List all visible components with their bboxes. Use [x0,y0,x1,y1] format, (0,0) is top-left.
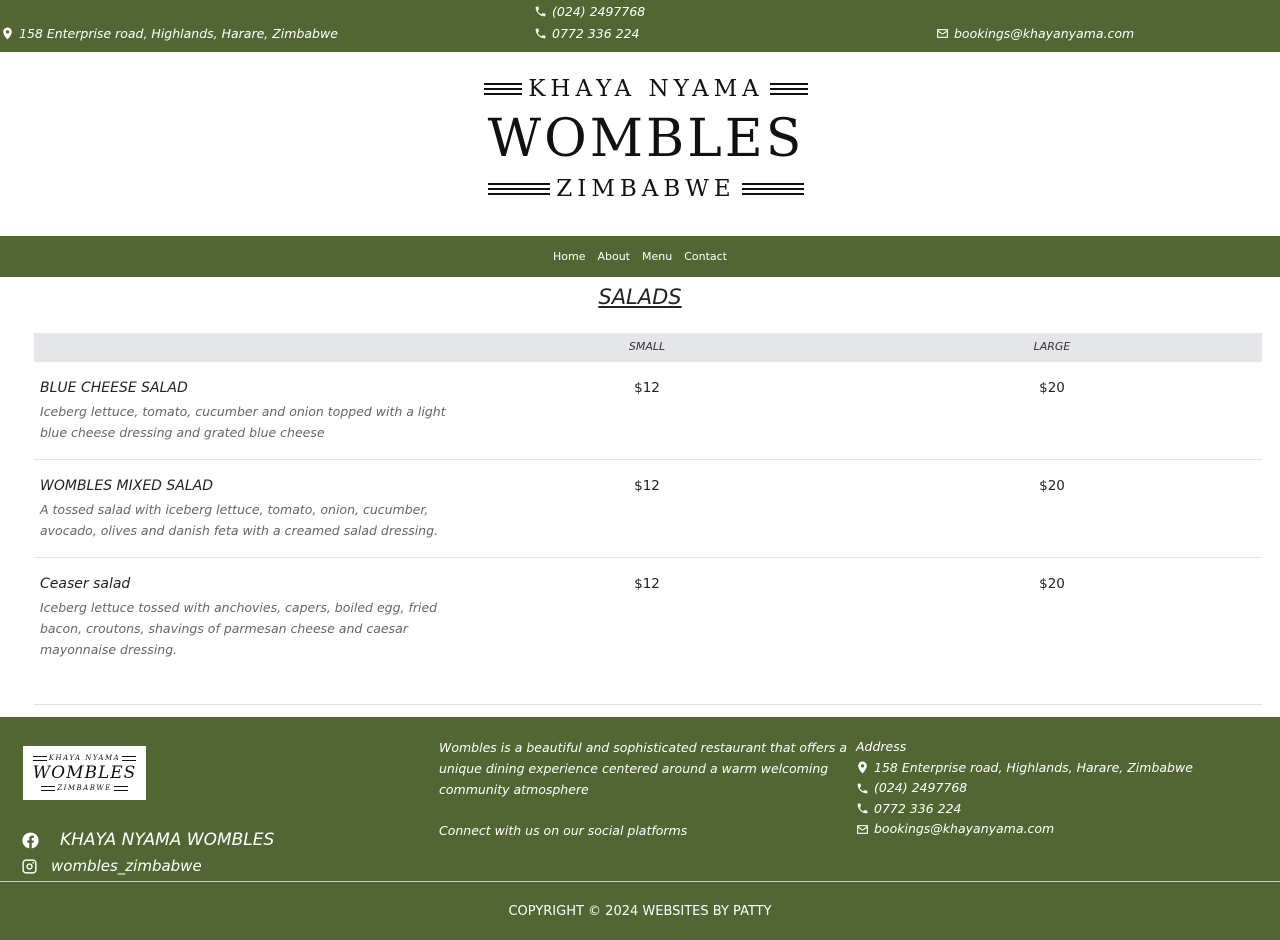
top-contact-bar: 158 Enterprise road, Highlands, Harare, … [0,0,1280,52]
footer-address: Address 158 Enterprise road, Highlands, … [856,737,1193,840]
top-email[interactable]: bookings@khayanyama.com [936,26,1134,41]
nav-home[interactable]: Home [553,250,585,263]
footer-phone-2-text[interactable]: 0772 336 224 [874,799,961,820]
facebook-icon [21,831,40,850]
copyright-bar: COPYRIGHT © 2024 WEBSITES BY PATTY [0,881,1280,940]
nav-menu[interactable]: Menu [642,250,672,263]
envelope-icon [936,27,949,40]
top-email-text[interactable]: bookings@khayanyama.com [954,26,1134,41]
footer-about: Wombles is a beautiful and sophisticated… [439,737,849,841]
item-description: Iceberg lettuce, tomato, cucumber and on… [40,404,446,440]
envelope-icon [856,823,869,836]
phone-icon [534,5,547,18]
footer-address-text: 158 Enterprise road, Highlands, Harare, … [874,759,1193,775]
copyright-text: COPYRIGHT © 2024 WEBSITES BY PATTY [508,903,772,919]
footer-phone-1[interactable]: (024) 2497768 [856,778,1193,799]
top-phone-2-text[interactable]: 0772 336 224 [552,26,639,41]
site-footer: KHAYA NYAMA WOMBLES ZIMBABWE KHAYA NYAMA… [0,717,1280,881]
item-price-large: $20 [1039,478,1065,494]
menu-item: BLUE CHEESE SALAD Iceberg lettuce, tomat… [34,380,1262,460]
footer-address-line: 158 Enterprise road, Highlands, Harare, … [856,758,1193,779]
footer-logo[interactable]: KHAYA NYAMA WOMBLES ZIMBABWE [23,746,146,800]
top-address: 158 Enterprise road, Highlands, Harare, … [1,26,338,41]
nav-about[interactable]: About [597,250,630,263]
phone-icon [534,27,547,40]
logo-main-text: WOMBLES [487,109,805,169]
item-price-small: $12 [634,478,660,494]
item-price-large: $20 [1039,380,1065,396]
item-price-small: $12 [634,380,660,396]
phone-icon [856,782,869,795]
section-title: SALADS [598,285,682,309]
logo-top-text: KHAYA NYAMA [528,76,764,102]
footer-logo-main: WOMBLES [32,763,137,783]
footer-logo-bottom: ZIMBABWE [57,784,112,792]
item-price-small: $12 [634,576,660,592]
column-large: LARGE [1033,340,1071,353]
top-phone-1-text[interactable]: (024) 2497768 [552,4,645,19]
instagram-icon [21,858,38,875]
item-price-large: $20 [1039,576,1065,592]
menu-item: WOMBLES MIXED SALAD A tossed salad with … [34,478,1262,558]
item-name: BLUE CHEESE SALAD [40,380,188,396]
menu-item: Ceaser salad Iceberg lettuce tossed with… [34,576,1262,705]
phone-icon [856,802,869,815]
instagram-link[interactable]: wombles_zimbabwe [21,857,202,875]
footer-about-text: Wombles is a beautiful and sophisticated… [439,740,848,797]
item-description: A tossed salad with iceberg lettuce, tom… [40,502,439,538]
footer-phone-1-text[interactable]: (024) 2497768 [874,778,967,799]
main-nav: Home About Menu Contact [0,236,1280,277]
site-logo[interactable]: KHAYA NYAMA WOMBLES ZIMBABWE [468,74,824,210]
top-address-text: 158 Enterprise road, Highlands, Harare, … [19,26,338,41]
footer-address-heading: Address [856,739,907,754]
top-phone-2[interactable]: 0772 336 224 [534,26,639,41]
column-small: SMALL [628,340,666,353]
footer-logo-top: KHAYA NYAMA [48,754,121,762]
instagram-text[interactable]: wombles_zimbabwe [51,857,202,875]
item-name: Ceaser salad [40,576,131,592]
top-phone-1[interactable]: (024) 2497768 [534,4,645,19]
nav-contact[interactable]: Contact [684,250,727,263]
item-description: Iceberg lettuce tossed with anchovies, c… [40,600,438,657]
map-marker-icon [1,27,14,40]
footer-phone-2[interactable]: 0772 336 224 [856,799,1193,820]
logo-bottom-text: ZIMBABWE [556,176,736,202]
facebook-text[interactable]: KHAYA NYAMA WOMBLES [60,830,274,850]
footer-email-text[interactable]: bookings@khayanyama.com [874,819,1054,840]
map-marker-icon [856,761,869,774]
footer-email[interactable]: bookings@khayanyama.com [856,819,1193,840]
item-name: WOMBLES MIXED SALAD [40,478,214,494]
facebook-link[interactable]: KHAYA NYAMA WOMBLES [21,830,274,850]
footer-connect-text: Connect with us on our social platforms [439,823,688,838]
menu-table-header: SMALL LARGE [34,333,1262,362]
